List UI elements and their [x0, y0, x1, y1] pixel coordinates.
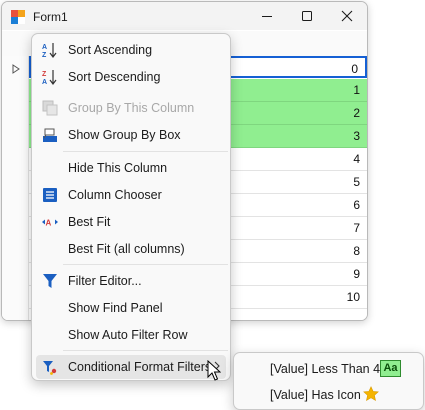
app-icon [11, 10, 25, 24]
submenu-item-value-has-icon[interactable]: [Value] Has Icon [238, 383, 420, 407]
maximize-icon [302, 11, 312, 21]
menu-item-label: Show Find Panel [68, 301, 163, 315]
format-preview-badge: Aa [380, 360, 401, 377]
conditional-format-filter-icon [43, 361, 57, 375]
submenu-item-value-less-than-4[interactable]: [Value] Less Than 4 Aa [238, 357, 420, 381]
window-title: Form1 [33, 10, 68, 24]
submenu-item-label: [Value] Has Icon [270, 388, 361, 402]
menu-item-label: Show Auto Filter Row [68, 328, 188, 342]
star-icon [363, 386, 379, 401]
mouse-cursor-icon [207, 360, 221, 381]
menu-item-conditional-format-filters[interactable]: Conditional Format Filters [36, 355, 226, 379]
menu-item-label: Hide This Column [68, 161, 168, 175]
svg-text:Z: Z [42, 52, 47, 58]
cell-value[interactable]: 9 [353, 267, 360, 281]
sort-ascending-icon: A Z [42, 43, 57, 58]
svg-text:A: A [42, 44, 47, 51]
filter-icon [43, 274, 57, 288]
menu-item-best-fit[interactable]: A Best Fit [36, 210, 226, 234]
close-button[interactable] [327, 2, 367, 30]
cell-value[interactable]: 4 [353, 152, 360, 166]
row-indicator-column [2, 56, 29, 320]
focused-row-indicator-icon [12, 64, 20, 74]
menu-item-sort-ascending[interactable]: A Z Sort Ascending [36, 38, 226, 62]
menu-item-label: Show Group By Box [68, 128, 181, 142]
sort-descending-icon: Z A [42, 70, 57, 85]
cell-value[interactable]: 0 [351, 62, 358, 76]
cell-value[interactable]: 5 [353, 175, 360, 189]
cell-value[interactable]: 3 [353, 129, 360, 143]
menu-separator [63, 151, 228, 152]
submenu-item-label: [Value] Less Than 4 [270, 362, 381, 376]
best-fit-icon: A [42, 219, 58, 228]
cell-value[interactable]: 7 [353, 221, 360, 235]
menu-separator [63, 350, 228, 351]
menu-item-label: Group By This Column [68, 101, 195, 115]
title-bar[interactable]: Form1 [2, 2, 367, 30]
menu-item-label: Sort Ascending [68, 43, 153, 57]
cell-value[interactable]: 1 [353, 83, 360, 97]
menu-item-group-by-this-column[interactable]: Group By This Column [36, 96, 226, 120]
cell-value[interactable]: 8 [353, 244, 360, 258]
menu-item-label: Best Fit [68, 215, 111, 229]
column-chooser-icon [43, 188, 57, 202]
menu-item-label: Sort Descending [68, 70, 161, 84]
group-by-column-icon [42, 100, 58, 116]
svg-text:Z: Z [42, 71, 47, 78]
menu-separator [63, 264, 228, 265]
cell-value[interactable]: 10 [347, 290, 360, 304]
cell-value[interactable]: 2 [353, 106, 360, 120]
svg-text:A: A [46, 219, 52, 228]
menu-item-filter-editor[interactable]: Filter Editor... [36, 269, 226, 293]
menu-item-show-find-panel[interactable]: Show Find Panel [36, 296, 226, 320]
menu-item-best-fit-all-columns[interactable]: Best Fit (all columns) [36, 237, 226, 261]
menu-item-label: Conditional Format Filters [68, 360, 212, 374]
menu-item-column-chooser[interactable]: Column Chooser [36, 183, 226, 207]
group-by-box-icon [43, 128, 57, 142]
menu-item-hide-this-column[interactable]: Hide This Column [36, 156, 226, 180]
minimize-button[interactable] [247, 2, 287, 30]
menu-item-label: Filter Editor... [68, 274, 142, 288]
menu-item-sort-descending[interactable]: Z A Sort Descending [36, 65, 226, 89]
column-context-menu: A Z Sort Ascending Z A Sort Descending G… [31, 33, 231, 381]
menu-item-label: Best Fit (all columns) [68, 242, 185, 256]
menu-item-show-auto-filter-row[interactable]: Show Auto Filter Row [36, 323, 226, 347]
menu-item-label: Column Chooser [68, 188, 162, 202]
minimize-icon [262, 16, 272, 17]
svg-text:A: A [42, 79, 47, 85]
maximize-button[interactable] [287, 2, 327, 30]
conditional-format-submenu: [Value] Less Than 4 Aa [Value] Has Icon [233, 352, 424, 410]
close-icon [341, 10, 353, 22]
menu-item-show-group-by-box[interactable]: Show Group By Box [36, 123, 226, 147]
cell-value[interactable]: 6 [353, 198, 360, 212]
